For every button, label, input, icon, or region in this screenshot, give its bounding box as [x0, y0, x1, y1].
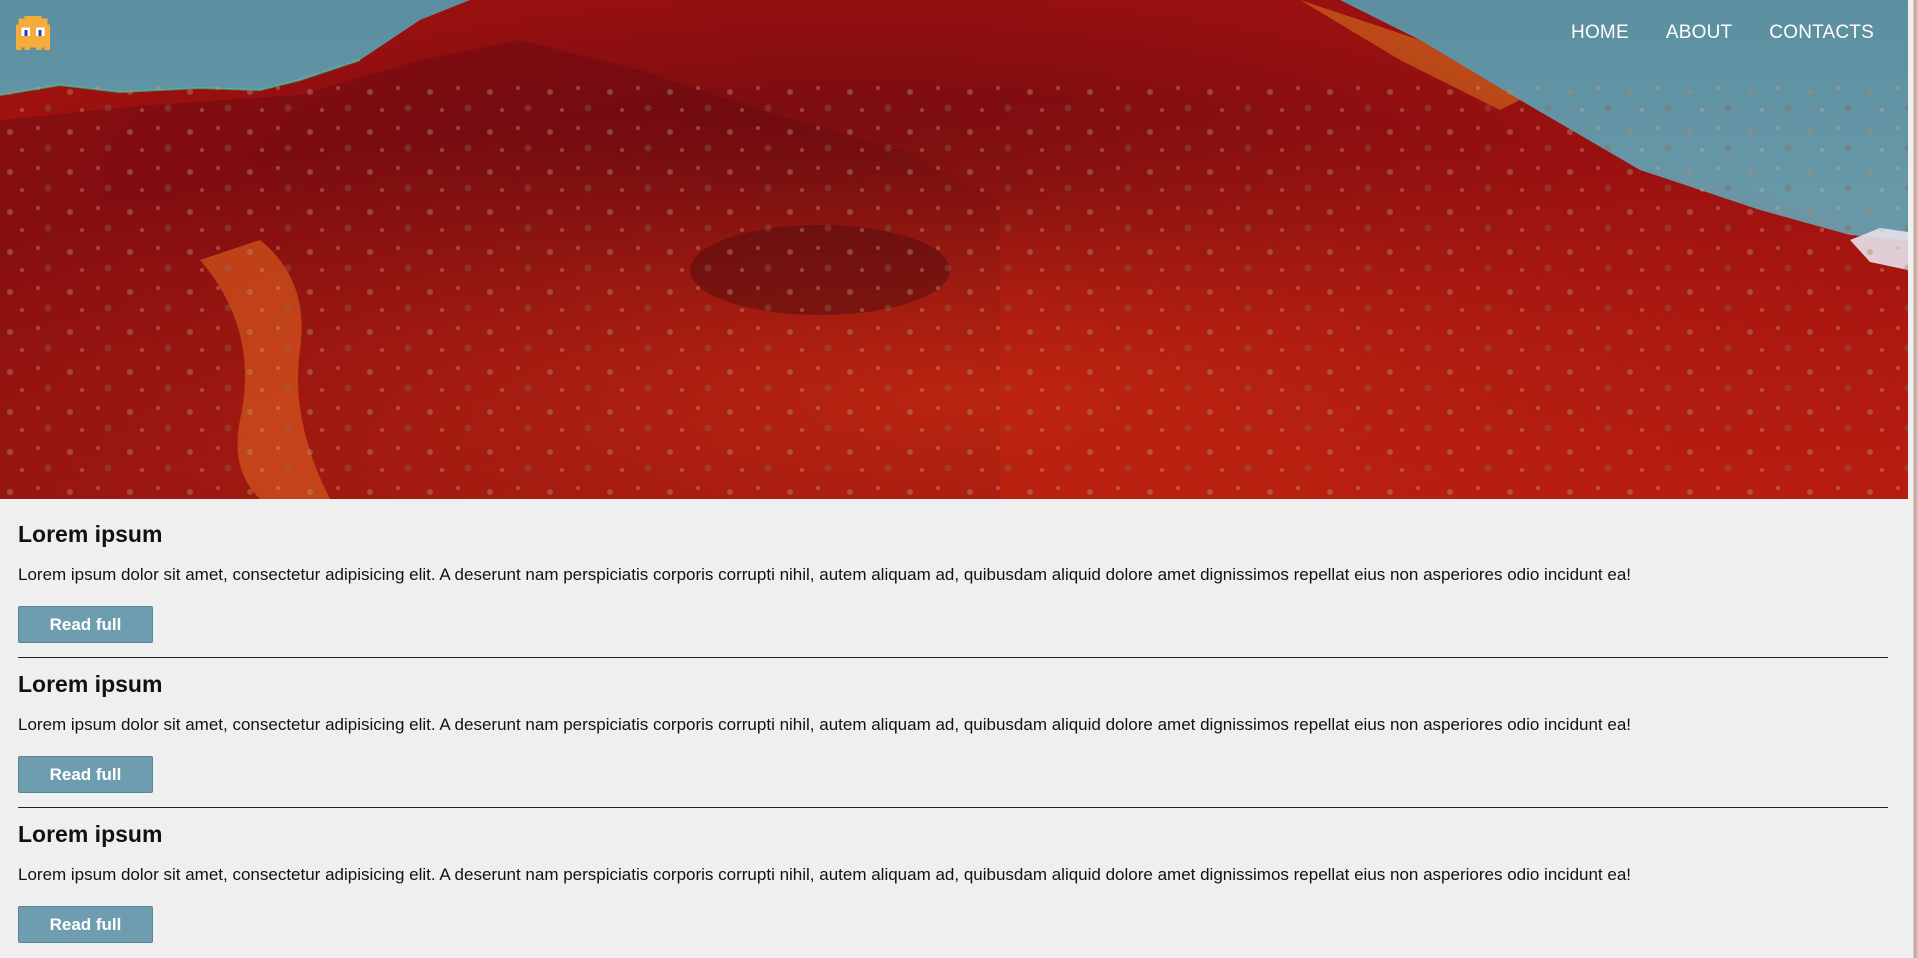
article-text: Lorem ipsum dolor sit amet, consectetur …	[18, 865, 1632, 884]
nav-contacts-link[interactable]: CONTACTS	[1769, 22, 1874, 44]
article-text: Lorem ipsum dolor sit amet, consectetur …	[18, 565, 1632, 584]
hero-mountain-image	[0, 0, 1908, 499]
article-text: Lorem ipsum dolor sit amet, consectetur …	[18, 715, 1632, 734]
read-full-button[interactable]: Read full	[18, 756, 153, 793]
read-full-button[interactable]: Read full	[18, 906, 153, 943]
nav-home-link[interactable]: HOME	[1571, 22, 1629, 44]
read-full-button[interactable]: Read full	[18, 606, 153, 643]
pixel-ghost-icon[interactable]	[13, 13, 53, 53]
article-title: Lorem ipsum	[18, 521, 163, 547]
articles-list: Lorem ipsum Lorem ipsum dolor sit amet, …	[18, 499, 1888, 949]
hero-banner	[0, 0, 1908, 499]
main-nav: HOME ABOUT CONTACTS	[1571, 22, 1874, 44]
article-title: Lorem ipsum	[18, 671, 163, 697]
article-item: Lorem ipsum Lorem ipsum dolor sit amet, …	[18, 649, 1888, 808]
window-edge	[1908, 0, 1918, 958]
article-item: Lorem ipsum Lorem ipsum dolor sit amet, …	[18, 499, 1888, 658]
article-item: Lorem ipsum Lorem ipsum dolor sit amet, …	[18, 799, 1888, 949]
nav-about-link[interactable]: ABOUT	[1666, 22, 1732, 44]
page: HOME ABOUT CONTACTS Lorem ipsum Lorem ip…	[0, 0, 1918, 958]
article-title: Lorem ipsum	[18, 821, 163, 847]
